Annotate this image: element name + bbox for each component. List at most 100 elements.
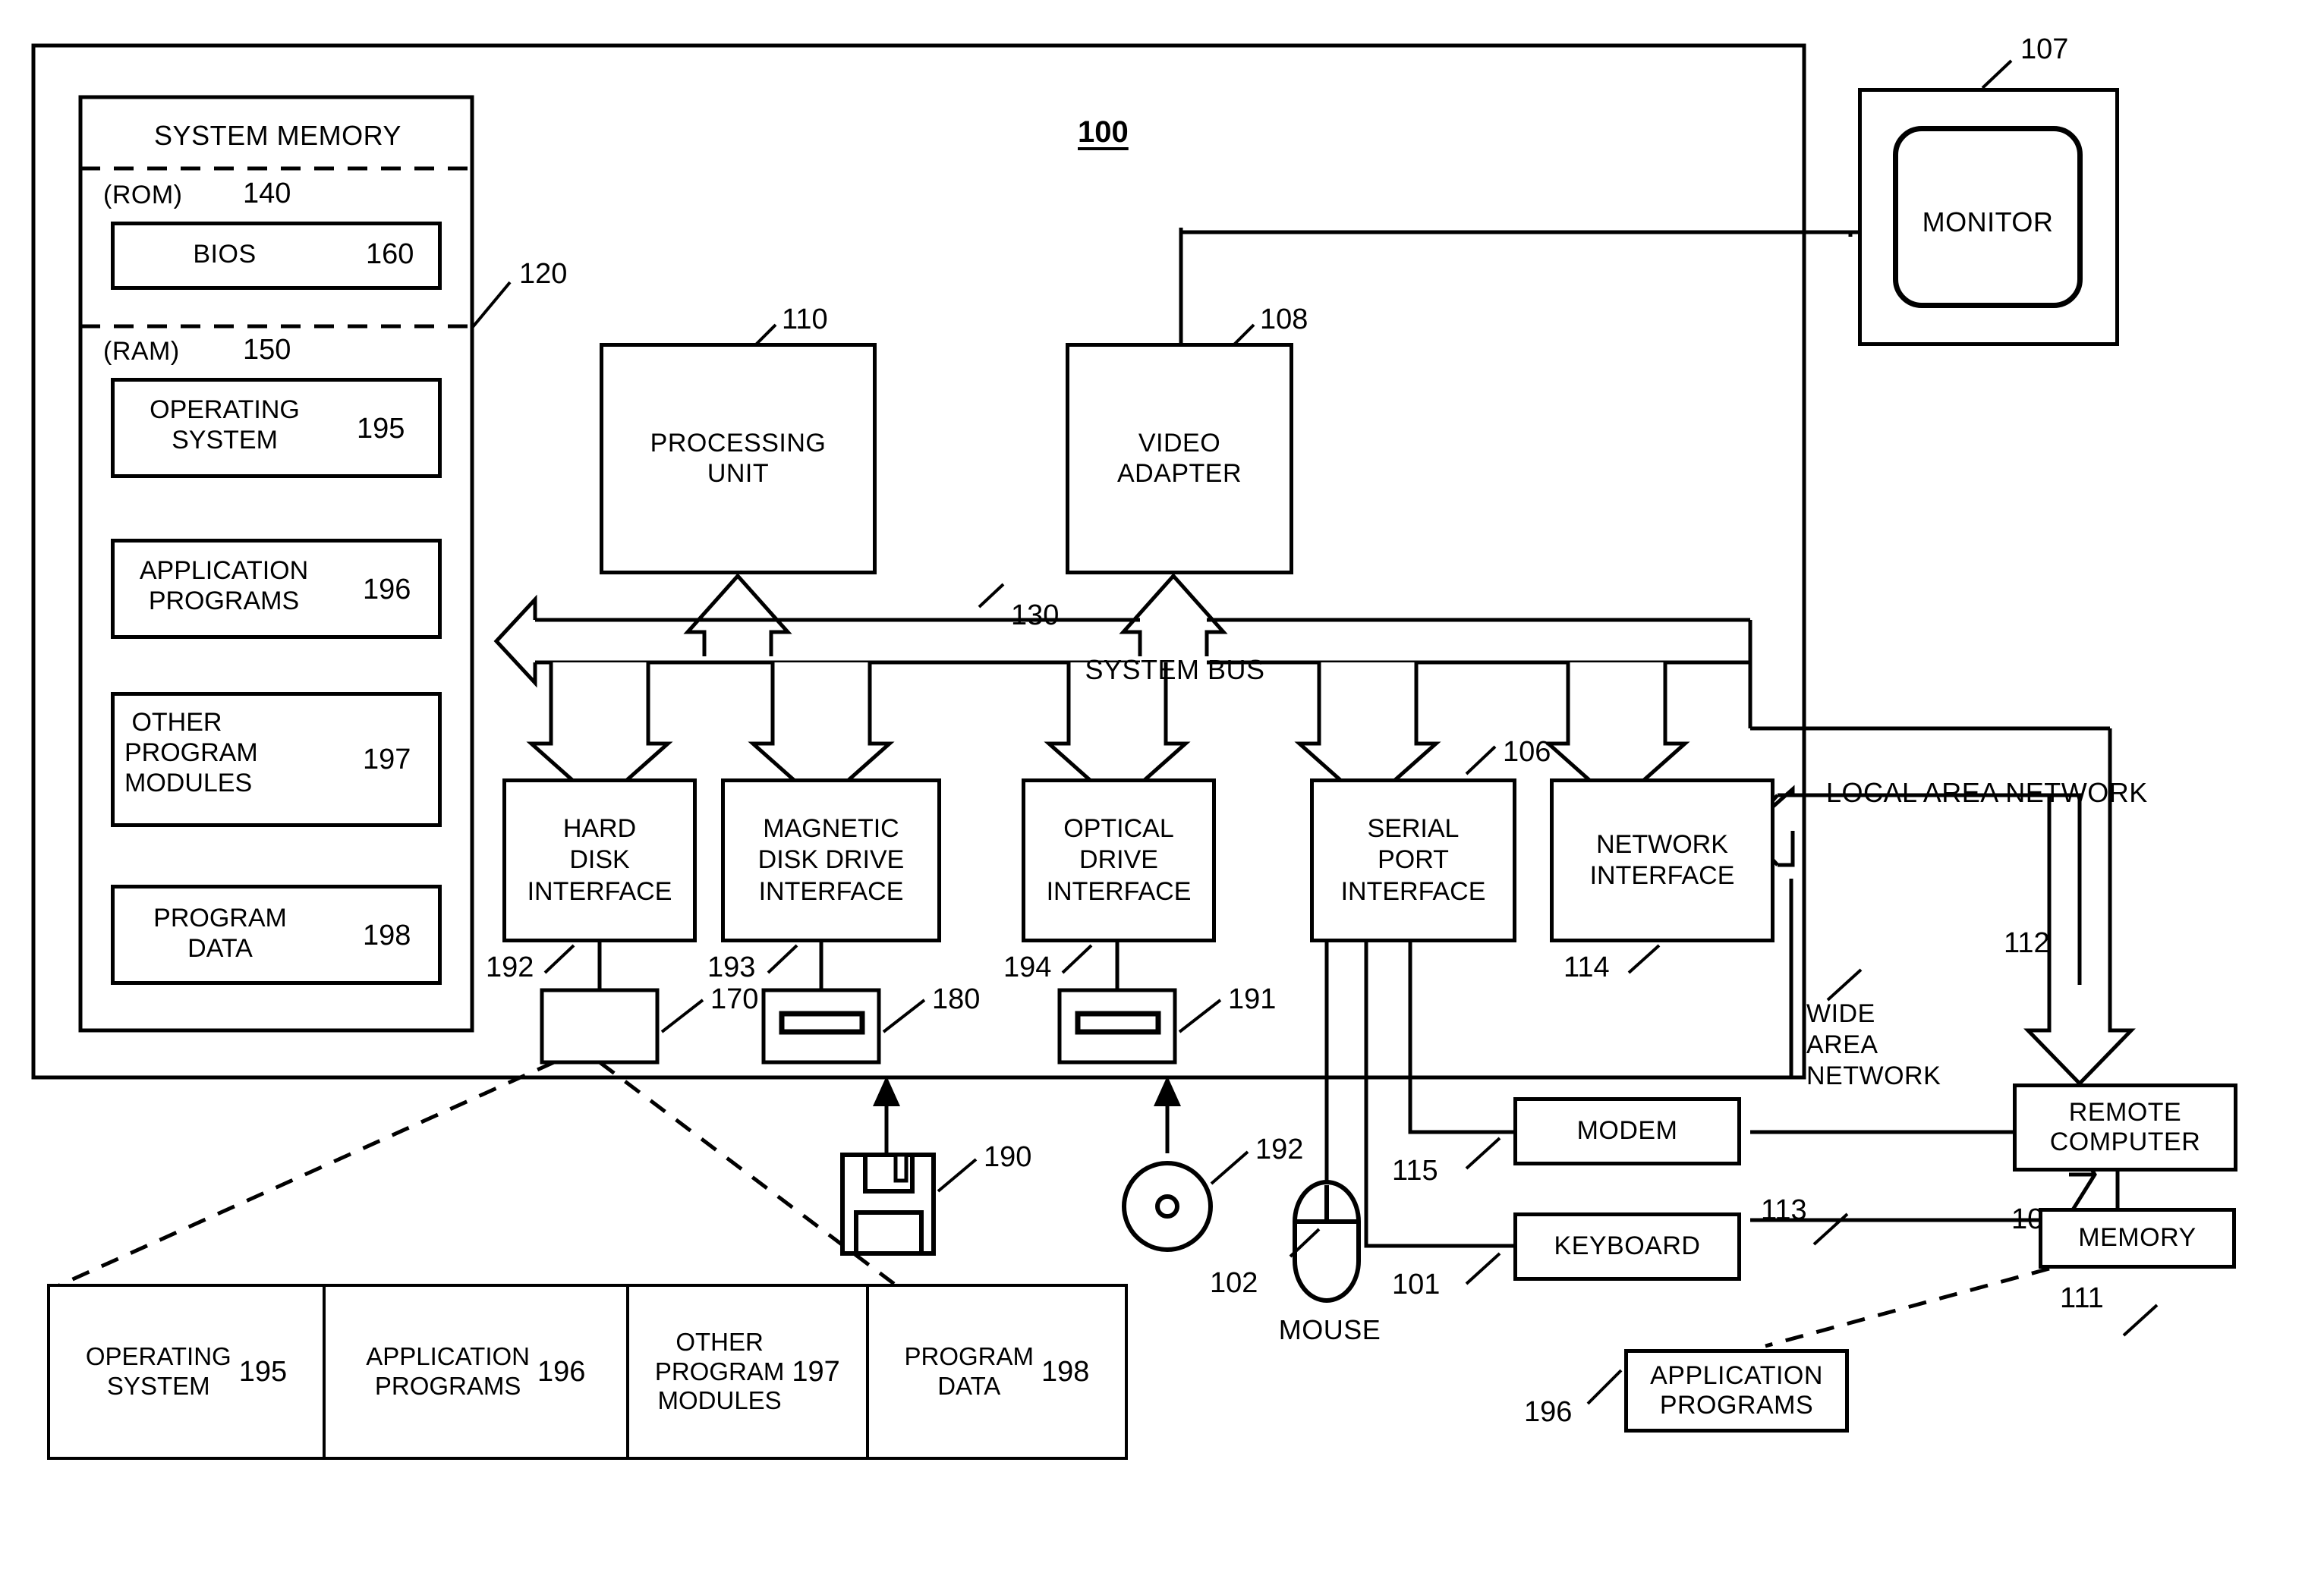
leader-193	[767, 944, 798, 974]
leader-102	[1289, 1228, 1321, 1258]
patent-figure-canvas: 100 SYSTEM MEMORY (ROM) 140 BIOS 160 120…	[0, 0, 2324, 1582]
modem-label: MODEM	[1576, 1116, 1678, 1146]
optical-insert-arrow	[1154, 1076, 1181, 1106]
leader-170	[660, 999, 704, 1033]
remote-memory-label: MEMORY	[2078, 1223, 2196, 1253]
floppy-media-ref-number: 190	[984, 1141, 1032, 1173]
remote-application-programs-box: APPLICATION PROGRAMS	[1624, 1349, 1849, 1433]
disk-contents-num-1: 196	[537, 1355, 586, 1388]
leader-191	[1178, 999, 1222, 1033]
optical-disc-icon	[1122, 1161, 1213, 1252]
figure-number: 100	[1078, 115, 1129, 149]
rom-label: (ROM)	[103, 181, 183, 209]
processing-unit-ref-number: 110	[782, 304, 828, 335]
bus-arrow-to-system-memory	[493, 594, 537, 688]
remote-application-programs-label: APPLICATION PROGRAMS	[1650, 1360, 1823, 1420]
mouse-icon	[1293, 1180, 1361, 1303]
leader-112	[1826, 968, 1863, 1002]
remote-memory-ref-number: 111	[2060, 1282, 2104, 1314]
wide-area-network-label: WIDE AREA NETWORK	[1806, 999, 1941, 1090]
hard-disk-drive-ref-number: 170	[710, 983, 759, 1015]
wide-area-network-ref-number: 113	[1761, 1194, 1807, 1226]
video-adapter-box: VIDEO ADAPTER	[1066, 343, 1293, 574]
rom-ref-number: 140	[243, 178, 291, 209]
ram-label: (RAM)	[103, 337, 180, 366]
bus-arrow-to-video-adapter	[1119, 573, 1228, 656]
memory-block-label-2: OTHER PROGRAM MODULES	[124, 708, 258, 798]
disk-contents-cell-3: PROGRAM DATA 198	[869, 1287, 1125, 1457]
local-area-network-ref-number: 112	[2004, 927, 2050, 959]
floppy-insert-arrow	[873, 1076, 900, 1106]
bus-arrow-to-processing-unit	[683, 573, 792, 656]
magnetic-disk-drive-ref-number: 180	[932, 983, 981, 1015]
memory-block-label-0: OPERATING SYSTEM	[150, 395, 300, 455]
disk-contents-label-0: OPERATING SYSTEM	[85, 1342, 231, 1400]
mouse-label: MOUSE	[1278, 1314, 1381, 1345]
network-interface-label: NETWORK INTERFACE	[1589, 829, 1735, 890]
memory-block-label-3: PROGRAM DATA	[153, 904, 287, 964]
system-memory-ref-number: 120	[519, 258, 568, 290]
disk-contents-num-3: 198	[1041, 1355, 1090, 1388]
keyboard-cable	[1364, 942, 1513, 1248]
local-area-network-label: LOCAL AREA NETWORK	[1826, 777, 2148, 808]
remote-computer-label: REMOTE COMPUTER	[2049, 1097, 2201, 1156]
leader-190	[937, 1158, 978, 1193]
leader-115	[1465, 1137, 1501, 1170]
processing-unit-box: PROCESSING UNIT	[600, 343, 877, 574]
optical-disk-drive-ref-number: 191	[1228, 983, 1277, 1015]
disk-contents-num-2: 197	[792, 1355, 840, 1388]
disk-contents-cell-2: OTHER PROGRAM MODULES 197	[629, 1287, 869, 1457]
magnetic-disk-drive-icon	[761, 988, 881, 1065]
disk-contents-label-3: PROGRAM DATA	[904, 1342, 1034, 1400]
memory-block-num-0: 195	[357, 413, 405, 445]
processing-unit-label: PROCESSING UNIT	[650, 429, 827, 488]
network-interface-ref-number: 114	[1564, 951, 1610, 983]
mouse-ref-number: 102	[1210, 1267, 1258, 1299]
magnetic-disk-drive-interface-box: MAGNETIC DISK DRIVE INTERFACE	[721, 778, 941, 942]
keyboard-box: KEYBOARD	[1513, 1212, 1741, 1281]
leader-107	[1981, 59, 2013, 90]
system-memory-title: SYSTEM MEMORY	[154, 120, 402, 151]
leader-180	[882, 999, 926, 1033]
monitor-ref-number: 107	[2020, 33, 2069, 65]
system-bus-ref-number: 130	[1011, 599, 1060, 631]
remote-apps-expansion-line	[1765, 1266, 2050, 1348]
leader-113	[1812, 1212, 1849, 1246]
leader-194	[1061, 944, 1093, 974]
leader-111	[2122, 1304, 2159, 1337]
leader-106	[1465, 745, 1497, 775]
keyboard-label: KEYBOARD	[1554, 1231, 1701, 1261]
optical-drive-interface-ref-number: 194	[1003, 951, 1052, 983]
serial-port-interface-ref-number: 106	[1503, 736, 1551, 768]
memory-block-num-1: 196	[363, 574, 411, 605]
serial-port-interface-label: SERIAL PORT INTERFACE	[1340, 813, 1486, 906]
hard-disk-interface-box: HARD DISK INTERFACE	[502, 778, 697, 942]
optical-drive-interface-box: OPTICAL DRIVE INTERFACE	[1022, 778, 1216, 942]
leader-192-iface	[543, 944, 575, 974]
lan-arrow-to-remote-computer	[2023, 985, 2136, 1087]
leader-120	[471, 281, 512, 329]
optical-media-ref-number: 192	[1255, 1134, 1304, 1165]
system-bus-label: SYSTEM BUS	[1085, 654, 1265, 685]
leader-130	[978, 583, 1005, 609]
modem-ref-number: 115	[1392, 1155, 1438, 1187]
video-adapter-ref-number: 108	[1260, 304, 1308, 335]
memory-block-label-1: APPLICATION PROGRAMS	[139, 556, 309, 616]
magnetic-disk-drive-interface-ref-number: 193	[707, 951, 756, 983]
disk-contents-cell-0: OPERATING SYSTEM 195	[50, 1287, 326, 1457]
monitor-label: MONITOR	[1922, 206, 2054, 237]
modem-box: MODEM	[1513, 1097, 1741, 1165]
disk-contents-table: OPERATING SYSTEM 195 APPLICATION PROGRAM…	[47, 1284, 1128, 1460]
leader-196-remote	[1586, 1369, 1623, 1405]
leader-114	[1627, 944, 1661, 974]
serial-port-interface-box: SERIAL PORT INTERFACE	[1310, 778, 1516, 942]
ram-ref-number: 150	[243, 334, 291, 366]
optical-disk-drive-icon	[1057, 988, 1177, 1065]
remote-memory-box: MEMORY	[2039, 1208, 2236, 1269]
memory-block-num-3: 198	[363, 920, 411, 951]
disk-contents-label-1: APPLICATION PROGRAMS	[366, 1342, 531, 1400]
network-interface-box: NETWORK INTERFACE	[1550, 778, 1774, 942]
keyboard-ref-number: 101	[1392, 1269, 1441, 1301]
video-adapter-label: VIDEO ADAPTER	[1116, 429, 1242, 488]
remote-computer-box: REMOTE COMPUTER	[2013, 1083, 2237, 1172]
